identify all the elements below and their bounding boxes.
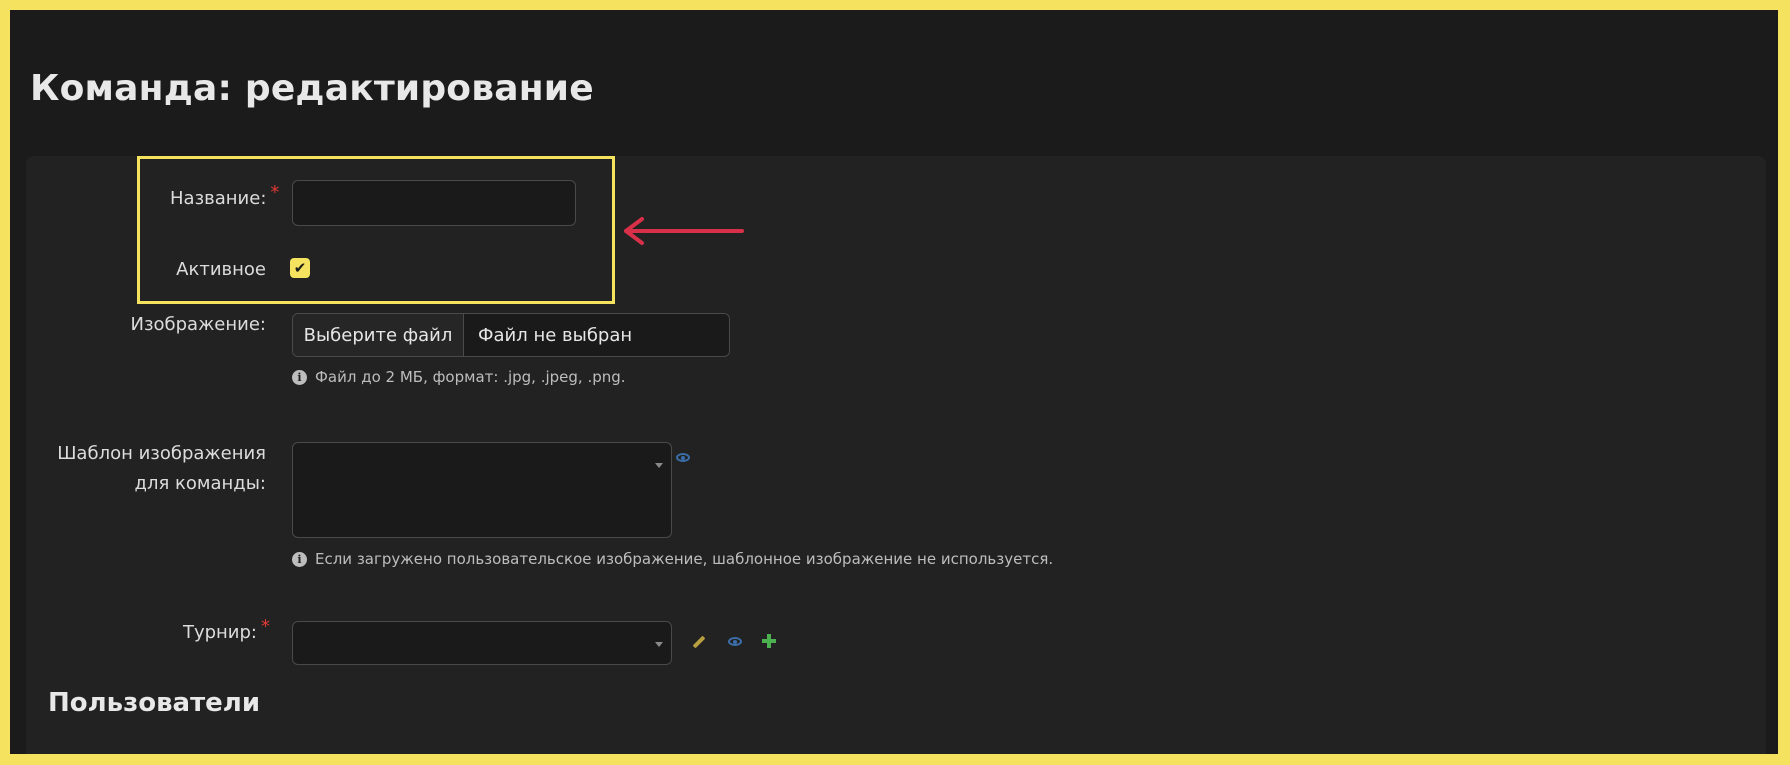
- tournament-label: Турнир: *: [170, 616, 270, 648]
- choose-file-button[interactable]: Выберите файл: [293, 314, 464, 356]
- image-hint: i Файл до 2 МБ, формат: .jpg, .jpeg, .pn…: [292, 368, 626, 386]
- eye-icon[interactable]: [676, 453, 690, 462]
- chevron-down-icon: [655, 642, 663, 647]
- highlight-box: [137, 156, 615, 304]
- info-icon: i: [292, 551, 307, 567]
- template-label-line2: для команды:: [134, 473, 266, 494]
- info-icon: i: [292, 369, 307, 385]
- arrow-left-icon: [624, 217, 744, 245]
- file-status: Файл не выбран: [464, 314, 729, 356]
- template-select[interactable]: [292, 442, 672, 538]
- image-hint-text: Файл до 2 МБ, формат: .jpg, .jpeg, .png.: [315, 368, 626, 386]
- template-label-line1: Шаблон изображения: [57, 443, 266, 464]
- image-label: Изображение:: [130, 314, 266, 335]
- tournament-label-text: Турнир:: [182, 622, 257, 643]
- eye-icon[interactable]: [728, 637, 742, 646]
- page-title: Команда: редактирование: [30, 68, 594, 109]
- template-label: Шаблон изображения для команды:: [40, 439, 266, 499]
- template-hint: i Если загружено пользовательское изобра…: [292, 550, 1053, 568]
- tournament-select[interactable]: [292, 621, 672, 665]
- users-section-title: Пользователи: [48, 688, 261, 718]
- app-window: Команда: редактирование Название: * Актив…: [10, 10, 1778, 754]
- chevron-down-icon: [655, 463, 663, 468]
- image-file-input[interactable]: Выберите файл Файл не выбран: [292, 313, 730, 357]
- template-hint-text: Если загружено пользовательское изображе…: [315, 550, 1054, 568]
- required-mark: *: [261, 616, 270, 637]
- plus-icon[interactable]: [762, 634, 776, 648]
